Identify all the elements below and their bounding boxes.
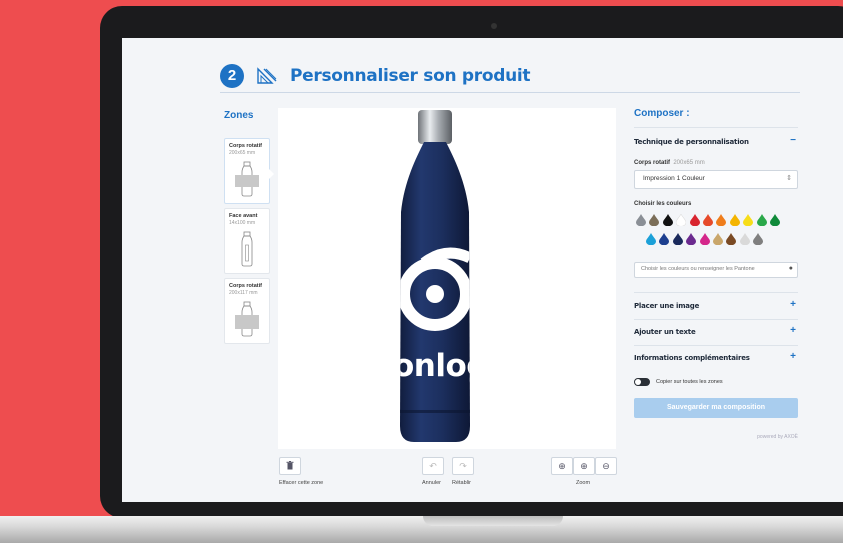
step-badge: 2 xyxy=(220,64,244,88)
redo-label: Rétablir xyxy=(452,480,471,486)
zone-card-face-avant[interactable]: Face avant 14x100 mm xyxy=(224,208,270,274)
color-swatch[interactable] xyxy=(753,233,764,245)
bottle-wrap-icon xyxy=(235,301,259,337)
zone-card-corps-rotatif[interactable]: Corps rotatif 200x65 mm xyxy=(224,138,274,204)
zoom-in-button[interactable]: ⊕ xyxy=(551,457,573,475)
page-title: Personnaliser son produit xyxy=(290,66,531,86)
bottle-wrap-icon xyxy=(235,161,259,197)
webcam xyxy=(491,23,497,29)
copy-all-zones-label: Copier sur toutes les zones xyxy=(656,379,723,385)
color-swatch[interactable] xyxy=(672,233,683,245)
page-header: 2 Personnaliser son produit xyxy=(220,64,800,94)
zoom-in-icon: ⊕ xyxy=(558,461,566,471)
copy-all-zones-toggle[interactable] xyxy=(634,378,650,386)
laptop-notch xyxy=(423,516,563,526)
ajouter-texte-expand-toggle[interactable]: + xyxy=(790,325,796,336)
color-swatch[interactable] xyxy=(713,233,723,245)
zoom-out-button[interactable]: ⊖ xyxy=(595,457,617,475)
delete-zone-button[interactable] xyxy=(279,457,301,475)
zoom-reset-button[interactable]: ⊕ xyxy=(573,457,595,475)
color-swatch[interactable] xyxy=(770,214,780,226)
redo-button[interactable]: ↷ xyxy=(452,457,474,475)
zone-name: Corps rotatif xyxy=(229,143,262,149)
color-swatch[interactable] xyxy=(662,214,673,226)
panel-title: Composer : xyxy=(634,108,690,119)
technique-select-value: Impression 1 Couleur xyxy=(643,175,705,182)
zone-size: 200x65 mm xyxy=(229,150,256,156)
color-search-icon: ● xyxy=(788,265,793,272)
ruler-pencil-icon xyxy=(257,67,277,84)
bottle-front-icon xyxy=(241,231,253,267)
color-swatch[interactable] xyxy=(659,233,670,245)
zone-name: Face avant xyxy=(229,213,258,219)
zones-title: Zones xyxy=(224,110,254,121)
app-screen: 2 Personnaliser son produit Zones Corps … xyxy=(122,38,843,502)
zone-card-corps-rotatif-2[interactable]: Corps rotatif 200x117 mm xyxy=(224,278,270,344)
zone-name: Corps rotatif xyxy=(229,283,262,289)
undo-button[interactable]: ↶ xyxy=(422,457,444,475)
color-swatch[interactable] xyxy=(686,233,697,245)
color-search-input[interactable]: Choisir les couleurs ou renseigner les P… xyxy=(634,262,798,278)
redo-icon: ↷ xyxy=(459,461,467,471)
technique-collapse-toggle[interactable]: − xyxy=(790,135,796,146)
logo-text: monlogo xyxy=(361,348,509,384)
section-ajouter-texte[interactable]: Ajouter un texte xyxy=(634,328,696,336)
color-swatch[interactable] xyxy=(739,233,750,245)
color-swatch[interactable] xyxy=(636,214,646,226)
informations-expand-toggle[interactable]: + xyxy=(790,351,796,362)
design-canvas[interactable]: monlogo xyxy=(278,108,616,449)
bottle-preview: monlogo xyxy=(361,110,509,442)
zoom-label: Zoom xyxy=(576,480,591,486)
powered-by: powered by AXOË xyxy=(757,434,798,440)
divider xyxy=(634,319,798,320)
divider xyxy=(634,127,798,128)
color-swatch[interactable] xyxy=(676,214,687,226)
zone-field-label: Corps rotatif 200x65 mm xyxy=(634,160,705,166)
technique-title[interactable]: Technique de personnalisation xyxy=(634,138,749,146)
section-informations[interactable]: Informations complémentaires xyxy=(634,354,750,362)
color-swatch[interactable] xyxy=(729,214,740,226)
color-search-placeholder: Choisir les couleurs ou renseigner les P… xyxy=(641,266,755,272)
color-swatch[interactable] xyxy=(743,214,754,226)
colors-label: Choisir les couleurs xyxy=(634,201,692,207)
laptop-base xyxy=(0,516,843,543)
color-swatch[interactable] xyxy=(716,214,727,226)
zone-size: 14x100 mm xyxy=(229,220,256,226)
color-swatch[interactable] xyxy=(646,233,656,245)
trash-icon xyxy=(286,461,294,470)
color-swatch[interactable] xyxy=(699,233,710,245)
save-composition-button[interactable]: Sauvegarder ma composition xyxy=(634,398,798,418)
technique-select[interactable]: Impression 1 Couleur ⇕ xyxy=(634,170,798,189)
placer-image-expand-toggle[interactable]: + xyxy=(790,299,796,310)
color-swatch[interactable] xyxy=(703,214,713,226)
divider xyxy=(634,292,798,293)
section-placer-image[interactable]: Placer une image xyxy=(634,302,699,310)
zoom-icon: ⊕ xyxy=(580,461,588,471)
delete-zone-label: Effacer cette zone xyxy=(279,480,324,486)
color-swatch[interactable] xyxy=(649,214,660,226)
divider xyxy=(634,345,798,346)
color-swatch[interactable] xyxy=(726,233,737,245)
select-arrows-icon: ⇕ xyxy=(786,175,792,182)
undo-icon: ↶ xyxy=(429,461,437,471)
zoom-out-icon: ⊖ xyxy=(602,461,610,471)
title-divider xyxy=(220,92,800,93)
color-swatch[interactable] xyxy=(689,214,700,226)
color-swatch[interactable] xyxy=(756,214,767,226)
zone-size: 200x117 mm xyxy=(229,290,258,296)
undo-label: Annuler xyxy=(422,480,441,486)
